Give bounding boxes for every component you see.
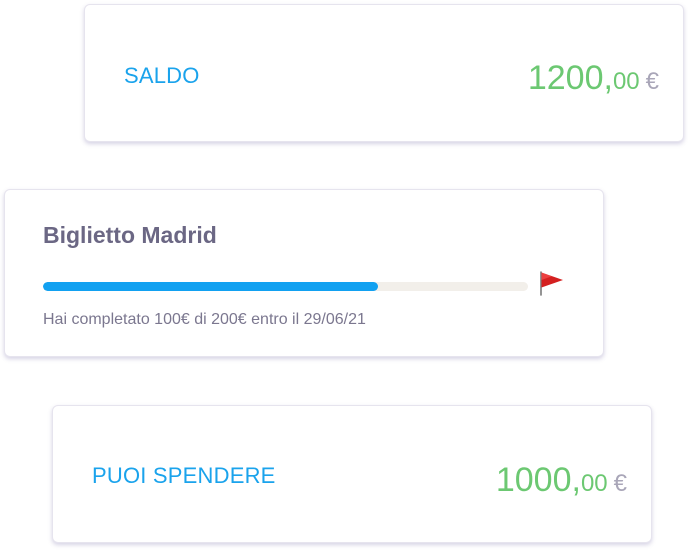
spendable-currency: € [613, 470, 627, 497]
balance-amount-integer: 1200, [527, 59, 613, 97]
balance-card: SALDO 1200,00 € [84, 4, 684, 142]
balance-label: SALDO [124, 63, 200, 88]
goal-progress-text: Hai completato 100€ di 200€ entro il 29/… [43, 311, 366, 328]
balance-currency: € [645, 68, 659, 95]
spendable-amount: 1000,00 € [496, 461, 627, 500]
spendable-label: PUOI SPENDERE [92, 463, 276, 488]
spendable-card: PUOI SPENDERE 1000,00 € [52, 405, 652, 543]
goal-title: Biglietto Madrid [43, 222, 217, 248]
balance-amount-decimals: 00 [612, 68, 640, 95]
balance-amount: 1200,00 € [528, 59, 659, 98]
goal-progress-bar [43, 282, 528, 291]
flag-icon [540, 271, 563, 296]
savings-goal-card[interactable]: Biglietto Madrid Hai completato 100€ di … [4, 189, 604, 357]
spendable-amount-integer: 1000, [495, 461, 581, 499]
goal-progress-fill [43, 282, 378, 291]
spendable-amount-decimals: 00 [580, 470, 608, 497]
